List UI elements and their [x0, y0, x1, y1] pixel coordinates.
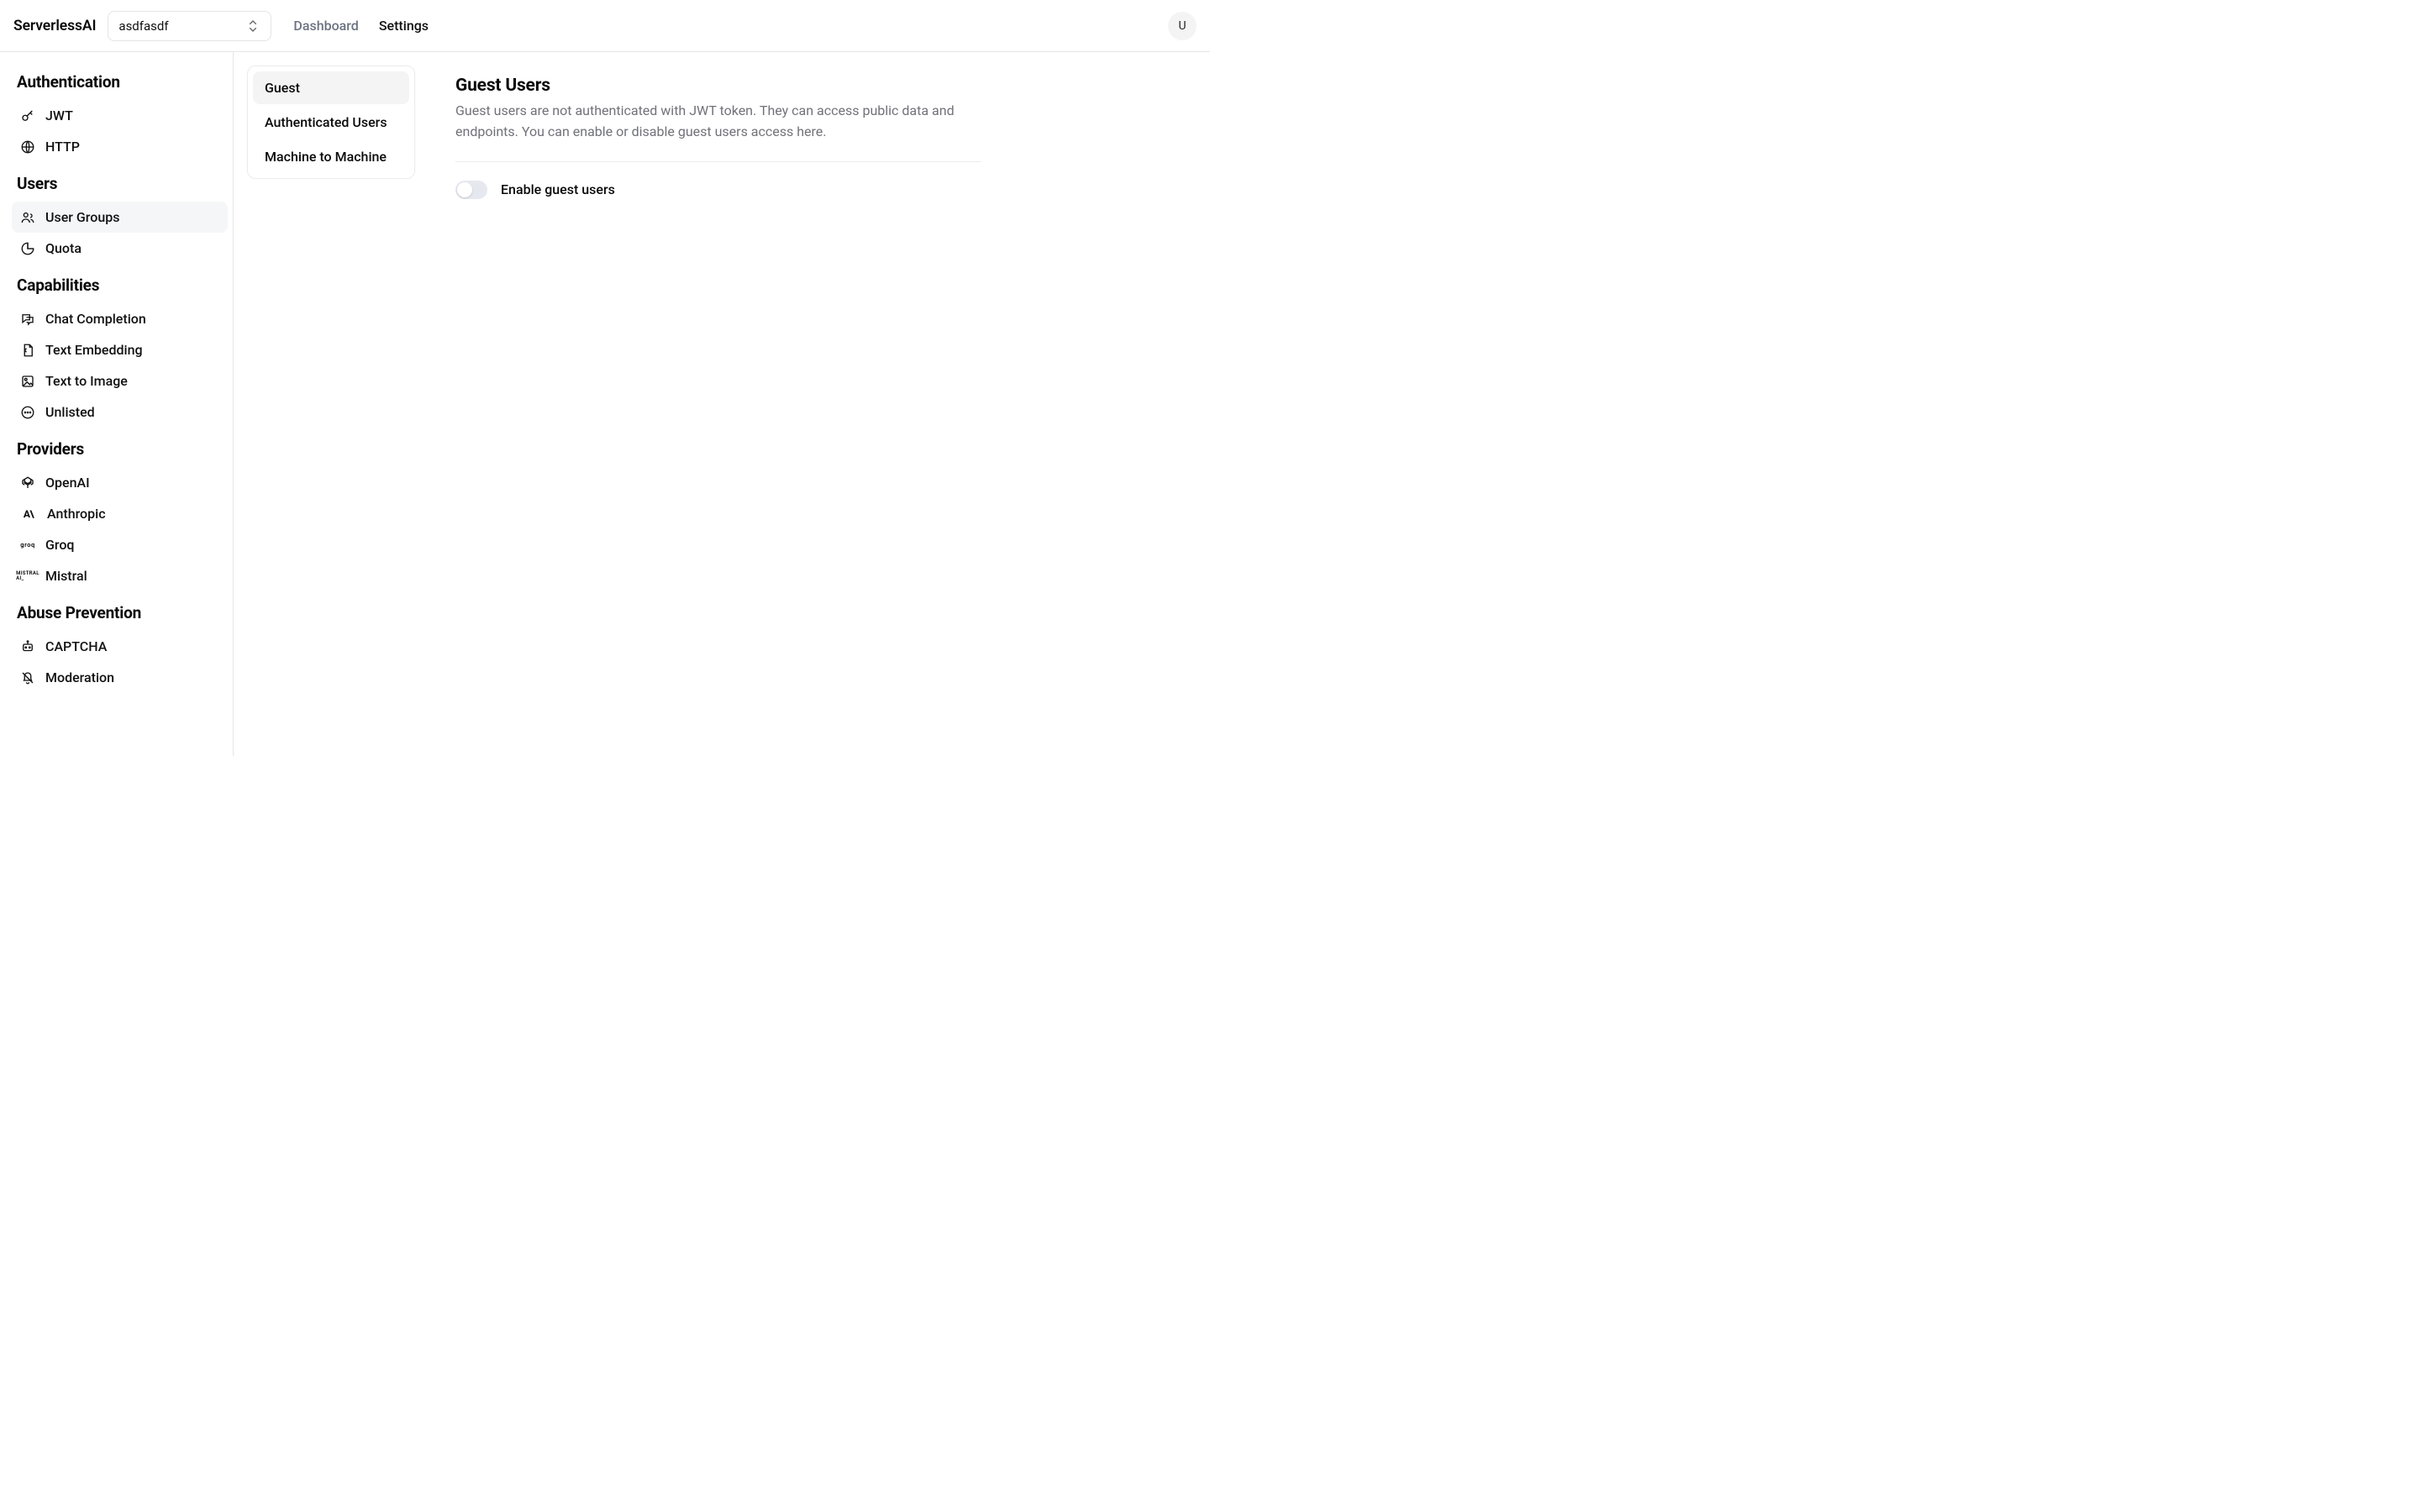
- chevrons-up-down-icon: [245, 18, 260, 34]
- enable-guest-label: Enable guest users: [501, 181, 615, 197]
- sidebar-item-label: Groq: [45, 537, 75, 553]
- divider: [455, 161, 981, 162]
- anthropic-icon: A\: [20, 507, 37, 522]
- page-description: Guest users are not authenticated with J…: [455, 101, 981, 143]
- sidebar-item-http[interactable]: HTTP: [12, 131, 228, 162]
- circle-ellipsis-icon: [20, 405, 35, 420]
- sidebar-section-capabilities: Capabilities: [17, 276, 223, 295]
- sidebar-item-anthropic[interactable]: A\ Anthropic: [12, 498, 228, 529]
- sidebar-item-label: Mistral: [45, 568, 87, 584]
- sub-nav-column: Guest Authenticated Users Machine to Mac…: [234, 52, 415, 756]
- main-content: Guest Users Guest users are not authenti…: [415, 52, 1020, 756]
- users-icon: [20, 210, 35, 225]
- sidebar-item-label: CAPTCHA: [45, 638, 107, 654]
- sidebar-section-authentication: Authentication: [17, 72, 223, 92]
- sidebar-item-chat-completion[interactable]: Chat Completion: [12, 303, 228, 334]
- sidebar-item-text-embedding[interactable]: Text Embedding: [12, 334, 228, 365]
- chat-icon: [20, 312, 35, 327]
- sidebar-item-unlisted[interactable]: Unlisted: [12, 396, 228, 428]
- globe-icon: [20, 139, 35, 155]
- tab-machine-to-machine[interactable]: Machine to Machine: [253, 140, 409, 173]
- sidebar-item-label: JWT: [45, 108, 73, 123]
- enable-guest-switch[interactable]: [455, 181, 487, 199]
- sidebar-section-providers: Providers: [17, 439, 223, 459]
- sidebar-section-abuse-prevention: Abuse Prevention: [17, 603, 223, 622]
- sidebar-item-text-to-image[interactable]: Text to Image: [12, 365, 228, 396]
- sidebar-item-moderation[interactable]: Moderation: [12, 662, 228, 693]
- sidebar-item-label: HTTP: [45, 139, 80, 155]
- groq-icon: groq: [20, 538, 35, 553]
- sidebar-item-label: Anthropic: [47, 506, 106, 522]
- project-selector-value: asdfasdf: [118, 18, 168, 34]
- bot-icon: [20, 639, 35, 654]
- sidebar-item-label: Text to Image: [45, 373, 128, 389]
- switch-knob: [457, 182, 472, 197]
- tab-guest[interactable]: Guest: [253, 71, 409, 104]
- brand-logo: ServerlessAI: [13, 18, 96, 34]
- sidebar-item-mistral[interactable]: MISTRALAI_ Mistral: [12, 560, 228, 591]
- sidebar-section-users: Users: [17, 174, 223, 193]
- sidebar-item-captcha[interactable]: CAPTCHA: [12, 631, 228, 662]
- sidebar-item-label: Text Embedding: [45, 342, 143, 358]
- sidebar-item-quota[interactable]: Quota: [12, 233, 228, 264]
- settings-sidebar: Authentication JWT HTTP Users User Group…: [0, 52, 234, 756]
- image-icon: [20, 374, 35, 389]
- tab-authenticated-users[interactable]: Authenticated Users: [253, 106, 409, 139]
- sidebar-item-label: Unlisted: [45, 404, 95, 420]
- sidebar-item-groq[interactable]: groq Groq: [12, 529, 228, 560]
- sub-nav-card: Guest Authenticated Users Machine to Mac…: [247, 66, 415, 179]
- page-title: Guest Users: [455, 76, 981, 96]
- sidebar-item-label: Chat Completion: [45, 311, 146, 327]
- bell-off-icon: [20, 670, 35, 685]
- pie-chart-icon: [20, 241, 35, 256]
- enable-guest-toggle-row: Enable guest users: [455, 181, 981, 199]
- mistral-icon: MISTRALAI_: [20, 569, 35, 584]
- sidebar-item-user-groups[interactable]: User Groups: [12, 202, 228, 233]
- sidebar-item-label: Moderation: [45, 669, 114, 685]
- sidebar-item-label: OpenAI: [45, 475, 90, 491]
- nav-dashboard[interactable]: Dashboard: [293, 18, 358, 34]
- file-icon: [20, 343, 35, 358]
- user-avatar[interactable]: U: [1168, 12, 1197, 40]
- app-header: ServerlessAI asdfasdf Dashboard Settings…: [0, 0, 1210, 52]
- openai-icon: [20, 475, 35, 491]
- sidebar-item-label: Quota: [45, 240, 82, 256]
- sidebar-item-label: User Groups: [45, 209, 119, 225]
- project-selector[interactable]: asdfasdf: [108, 11, 271, 41]
- key-icon: [20, 108, 35, 123]
- nav-settings[interactable]: Settings: [379, 18, 429, 34]
- header-nav: Dashboard Settings: [293, 18, 429, 34]
- sidebar-item-openai[interactable]: OpenAI: [12, 467, 228, 498]
- sidebar-item-jwt[interactable]: JWT: [12, 100, 228, 131]
- avatar-initial: U: [1178, 19, 1186, 33]
